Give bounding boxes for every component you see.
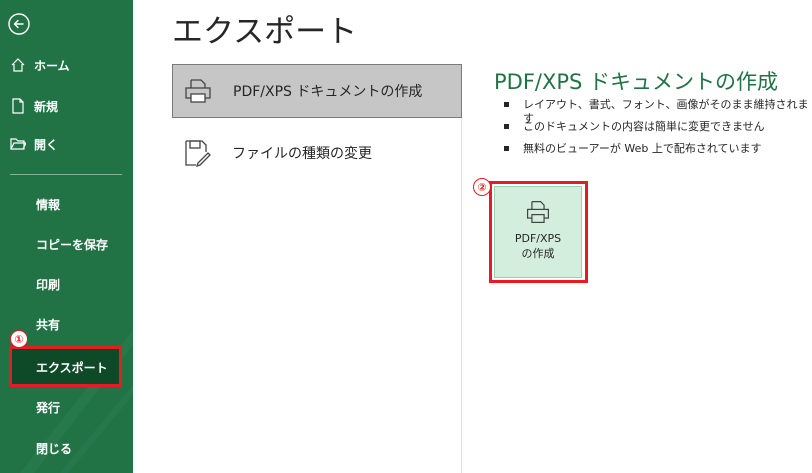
sidebar-item-label: ホーム — [34, 58, 70, 73]
sidebar-item-new[interactable]: 新規 — [0, 89, 133, 123]
pdf-document-icon — [185, 79, 211, 103]
option-label: PDF/XPS ドキュメントの作成 — [233, 84, 423, 100]
backstage-sidebar: ホーム 新規 開く 情報 コピーを保存 印刷 共有 エクスポート 発行 閉じる — [0, 0, 133, 473]
detail-bullets: レイアウト、書式、フォント、画像がそのまま維持されます このドキュメントの内容は… — [494, 98, 812, 164]
sidebar-item-label: 発行 — [36, 400, 61, 415]
detail-title: PDF/XPS ドキュメントの作成 — [494, 70, 779, 94]
open-folder-icon — [8, 134, 28, 154]
bullet-item: 無料のビューアーが Web 上で配布されています — [494, 142, 812, 164]
back-arrow-icon — [8, 13, 30, 35]
sidebar-item-publish[interactable]: 発行 — [0, 389, 133, 425]
bullet-item: このドキュメントの内容は簡単に変更できません — [494, 120, 812, 142]
home-icon — [8, 55, 28, 75]
sidebar-item-home[interactable]: ホーム — [0, 48, 133, 82]
sidebar-item-close[interactable]: 閉じる — [0, 430, 133, 466]
panel-divider — [461, 118, 462, 473]
bullet-text: 無料のビューアーが Web 上で配布されています — [523, 142, 762, 155]
sidebar-item-label: 共有 — [36, 317, 61, 332]
bullet-text: このドキュメントの内容は簡単に変更できません — [523, 120, 765, 133]
sidebar-item-label: 開く — [34, 137, 59, 152]
step-badge-2: ② — [473, 178, 491, 196]
sidebar-item-info[interactable]: 情報 — [0, 186, 133, 222]
back-button[interactable] — [6, 11, 32, 37]
bullet-item: レイアウト、書式、フォント、画像がそのまま維持されます — [494, 98, 812, 125]
page-title: エクスポート — [172, 14, 358, 50]
highlight-box-create — [489, 181, 588, 283]
sidebar-item-label: 情報 — [36, 197, 61, 212]
option-change-file-type[interactable]: ファイルの種類の変更 — [172, 126, 462, 180]
sidebar-item-label: 新規 — [34, 99, 59, 114]
new-document-icon — [8, 96, 28, 116]
step-badge-1: ① — [10, 330, 28, 348]
sidebar-item-save-copy[interactable]: コピーを保存 — [0, 226, 133, 262]
sidebar-item-print[interactable]: 印刷 — [0, 266, 133, 302]
option-create-pdf-xps[interactable]: PDF/XPS ドキュメントの作成 — [172, 64, 462, 118]
sidebar-item-label: 閉じる — [36, 441, 73, 456]
sidebar-item-label: 印刷 — [36, 277, 61, 292]
highlight-box-export — [9, 346, 122, 387]
option-label: ファイルの種類の変更 — [232, 146, 372, 162]
sidebar-item-label: コピーを保存 — [36, 237, 109, 252]
sidebar-item-open[interactable]: 開く — [0, 127, 133, 161]
sidebar-divider — [10, 174, 122, 175]
change-file-type-icon — [185, 140, 211, 168]
